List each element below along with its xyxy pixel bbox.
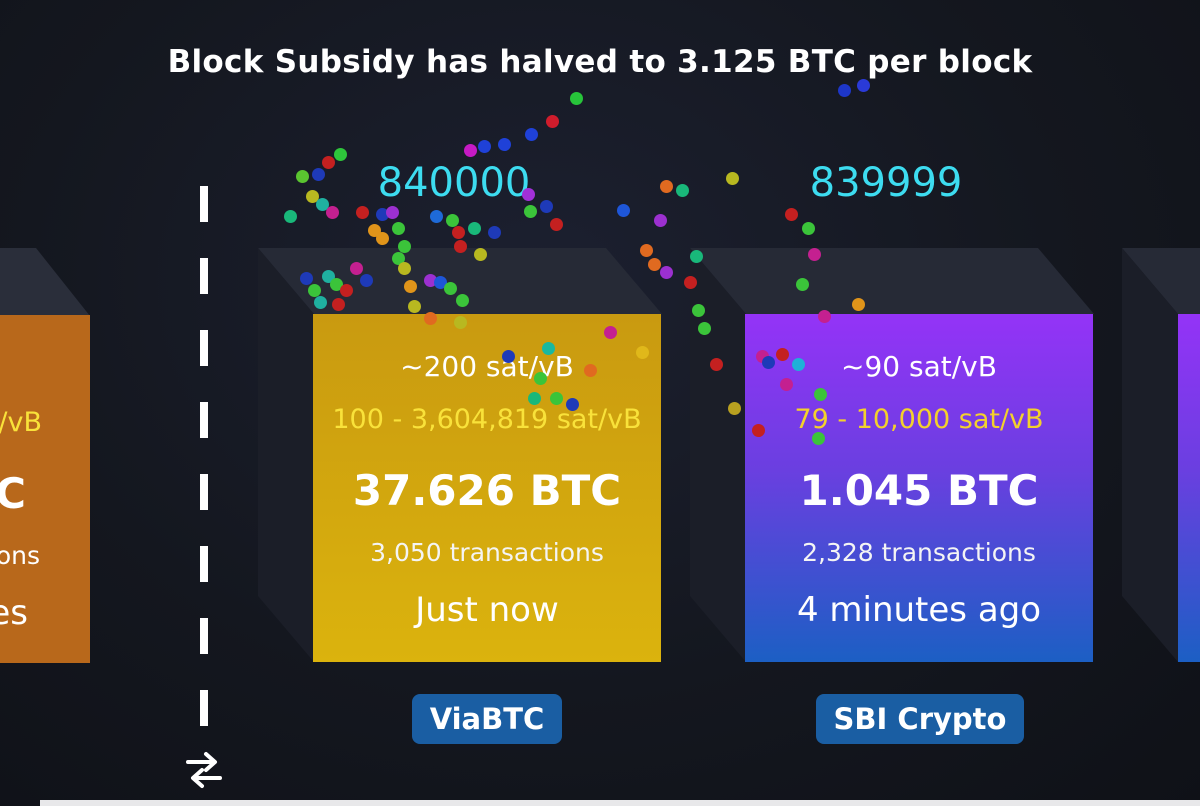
fee-range: 79 - 10,000 sat/vB bbox=[794, 404, 1044, 435]
block-age: Just now bbox=[415, 590, 559, 630]
block-height-839999[interactable]: 839999 bbox=[736, 160, 1036, 206]
median-fee: ~200 sat/vB bbox=[400, 350, 574, 383]
mempool-total-fragment: C bbox=[0, 469, 26, 518]
halving-banner: Block Subsidy has halved to 3.125 BTC pe… bbox=[167, 44, 1033, 80]
mempool-fee-range-fragment: /vB bbox=[0, 407, 42, 438]
total-fees: 37.626 BTC bbox=[352, 466, 622, 515]
mempool-block-top bbox=[0, 248, 90, 316]
mempool-block-partial[interactable]: /vB C ons es bbox=[0, 248, 90, 663]
fee-range: 100 - 3,604,819 sat/vB bbox=[332, 404, 642, 435]
mempool-age-fragment: es bbox=[0, 593, 28, 633]
total-fees: 1.045 BTC bbox=[799, 466, 1039, 515]
mempool-transactions-fragment: ons bbox=[0, 541, 40, 570]
transaction-count: 3,050 transactions bbox=[370, 538, 604, 567]
block-840000[interactable]: ~200 sat/vB 100 - 3,604,819 sat/vB 37.62… bbox=[313, 314, 661, 662]
block-height-840000[interactable]: 840000 bbox=[304, 160, 604, 206]
bottom-bar bbox=[40, 800, 1200, 806]
block-partial-right[interactable] bbox=[1120, 246, 1200, 666]
block-age: 4 minutes ago bbox=[796, 590, 1042, 630]
transaction-count: 2,328 transactions bbox=[802, 538, 1036, 567]
swap-arrows-icon[interactable] bbox=[184, 750, 224, 790]
pool-badge-sbi-crypto[interactable]: SBI Crypto bbox=[816, 694, 1024, 744]
pool-badge-viabtc[interactable]: ViaBTC bbox=[412, 694, 562, 744]
